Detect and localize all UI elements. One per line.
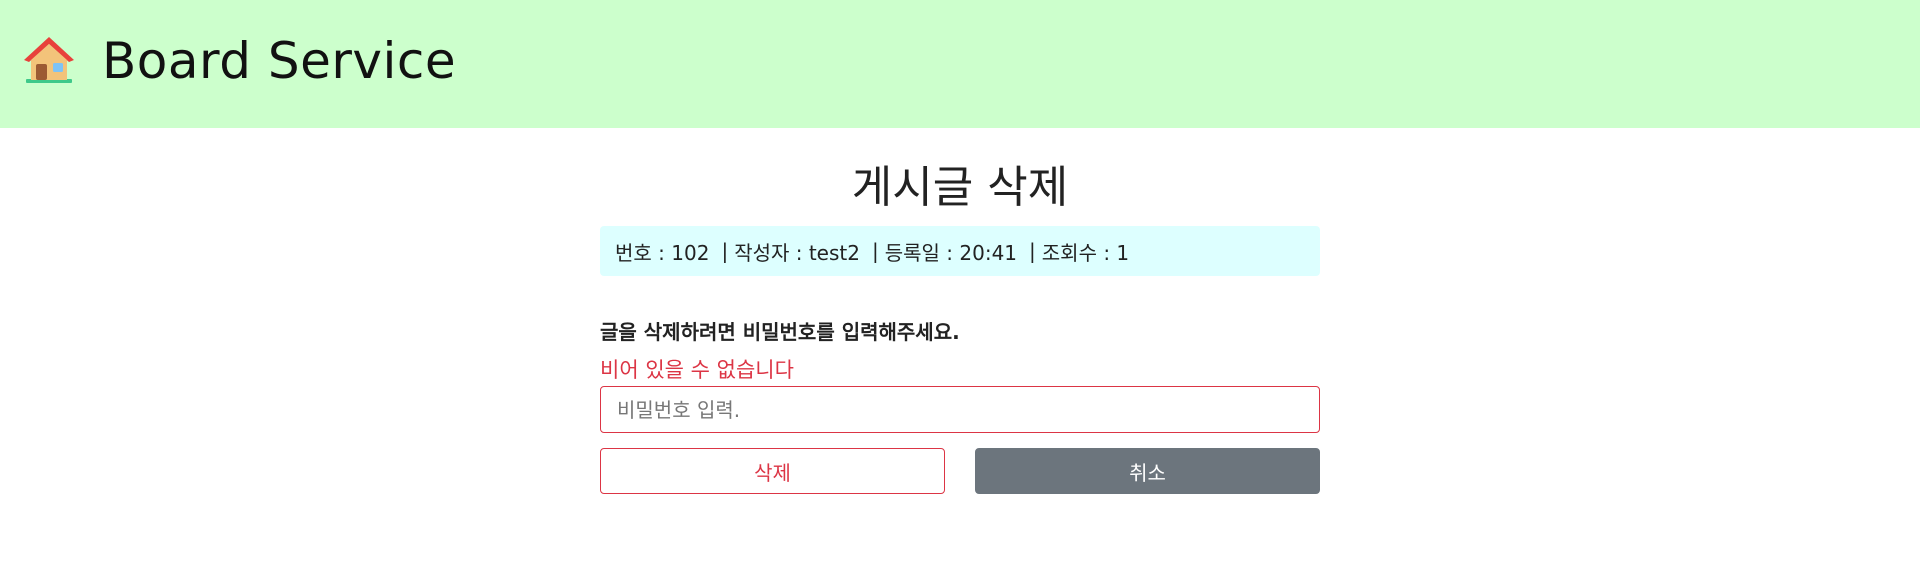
password-prompt: 글을 삭제하려면 비밀번호를 입력해주세요. [600,320,960,344]
cancel-button[interactable]: 취소 [975,448,1320,494]
delete-button[interactable]: 삭제 [600,448,945,494]
info-separator: | [1029,239,1036,263]
password-input[interactable] [600,386,1320,433]
info-separator: | [721,239,729,263]
brand-title[interactable]: Board Service [102,28,456,94]
post-date: 등록일 : 20:41 [884,240,1018,265]
page-title: 게시글 삭제 [851,162,1069,213]
post-views: 조회수 : 1 [1041,240,1130,265]
site-header: Board Service [0,0,1920,128]
info-separator: | [871,239,879,263]
post-info-bar: 번호 : 102 | 작성자 : test2 | 등록일 : 20:41 | 조회수 : 1 [600,226,1320,276]
validation-error: 비어 있을 수 없습니다 [600,358,794,382]
house-icon[interactable] [22,33,76,87]
post-author: 작성자 : test2 [734,240,860,265]
post-number: 번호 : 102 [615,240,710,265]
